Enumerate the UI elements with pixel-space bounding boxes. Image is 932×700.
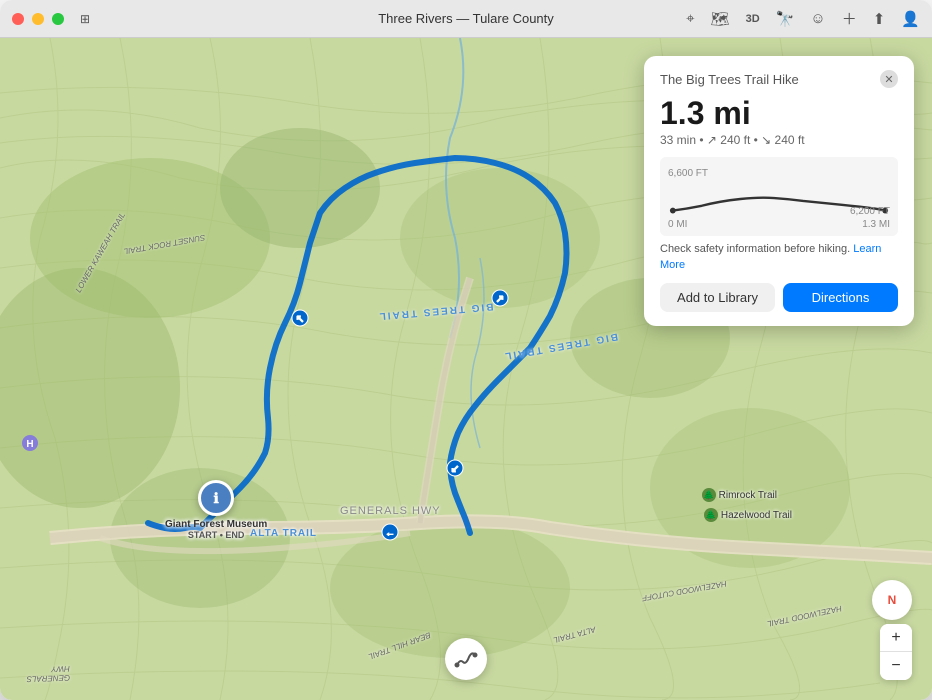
card-meta: 33 min • ↗ 240 ft • ↘ 240 ft xyxy=(660,133,898,147)
compass-button[interactable]: N xyxy=(872,580,912,620)
zoom-in-button[interactable]: + xyxy=(880,624,912,652)
marker-label: Giant Forest Museum START • END xyxy=(165,519,267,540)
binoculars-icon[interactable]: 🔭 xyxy=(776,10,795,28)
svg-text:H: H xyxy=(26,439,33,450)
zoom-out-button[interactable]: − xyxy=(880,652,912,680)
elevation-high-label: 6,600 FT xyxy=(668,163,890,181)
3d-icon[interactable]: 3D xyxy=(746,13,760,25)
svg-text:←: ← xyxy=(385,528,395,539)
card-close-button[interactable]: ✕ xyxy=(880,70,898,88)
info-card: The Big Trees Trail Hike ✕ 1.3 mi 33 min… xyxy=(644,56,914,326)
add-icon[interactable]: ＋ xyxy=(842,8,857,29)
elevation-chart: 6,600 FT 6,200 FT 0 MI 1.3 MI xyxy=(660,157,898,236)
zoom-controls: + − xyxy=(880,624,912,680)
maximize-button[interactable] xyxy=(52,13,64,25)
map-controls: N + − xyxy=(872,580,912,680)
account-icon[interactable]: 👤 xyxy=(901,10,920,28)
marker-icon: ℹ xyxy=(198,480,234,516)
face-icon[interactable]: ☺ xyxy=(810,10,825,27)
toolbar: ⌖ 🗺 3D 🔭 ☺ ＋ ⬆ 👤 xyxy=(686,8,920,29)
window-title: Three Rivers — Tulare County xyxy=(378,11,554,26)
rimrock-dot: 🌲 xyxy=(702,488,716,502)
hazelwood-dot: 🌲 xyxy=(704,508,718,522)
card-distance: 1.3 mi xyxy=(660,96,898,131)
elevation-distance-labels: 0 MI 1.3 MI xyxy=(668,219,890,230)
elevation-profile: 6,200 FT xyxy=(668,181,890,217)
hazelwood-label: Hazelwood Trail xyxy=(721,510,792,521)
generals-hwy-label: GENERALS HWY xyxy=(340,505,441,517)
safety-text: Check safety information before hiking. … xyxy=(660,242,898,273)
svg-text:↖: ↖ xyxy=(296,314,304,325)
share-icon[interactable]: ⬆ xyxy=(873,10,886,28)
add-to-library-button[interactable]: Add to Library xyxy=(660,283,775,312)
app-window: ⊞ Three Rivers — Tulare County ⌖ 🗺 3D 🔭 … xyxy=(0,0,932,700)
directions-button[interactable]: Directions xyxy=(783,283,898,312)
window-icon: ⊞ xyxy=(80,12,90,26)
navigation-icon[interactable]: ⌖ xyxy=(686,10,694,27)
trail-route-button[interactable] xyxy=(445,638,487,680)
museum-marker[interactable]: ℹ Giant Forest Museum START • END xyxy=(165,480,267,540)
svg-text:↗: ↗ xyxy=(496,294,504,305)
rimrock-label: Rimrock Trail xyxy=(719,490,777,501)
titlebar: ⊞ Three Rivers — Tulare County ⌖ 🗺 3D 🔭 … xyxy=(0,0,932,38)
card-title: The Big Trees Trail Hike xyxy=(660,72,799,87)
map-container[interactable]: ↖ ↗ ↙ ← H BIG TREES TRAIL BIG TREES TRAI… xyxy=(0,38,932,700)
minimize-button[interactable] xyxy=(32,13,44,25)
hazelwood-trail-marker[interactable]: 🌲 Hazelwood Trail xyxy=(704,508,792,522)
rimrock-trail-marker[interactable]: 🌲 Rimrock Trail xyxy=(702,488,777,502)
card-header: The Big Trees Trail Hike ✕ xyxy=(660,70,898,88)
generals-hwy-lower: GENERALS HWY xyxy=(18,664,71,684)
traffic-lights xyxy=(12,13,64,25)
card-actions: Add to Library Directions xyxy=(660,283,898,312)
svg-text:↙: ↙ xyxy=(451,464,459,475)
map-icon[interactable]: 🗺 xyxy=(711,10,730,28)
close-button[interactable] xyxy=(12,13,24,25)
